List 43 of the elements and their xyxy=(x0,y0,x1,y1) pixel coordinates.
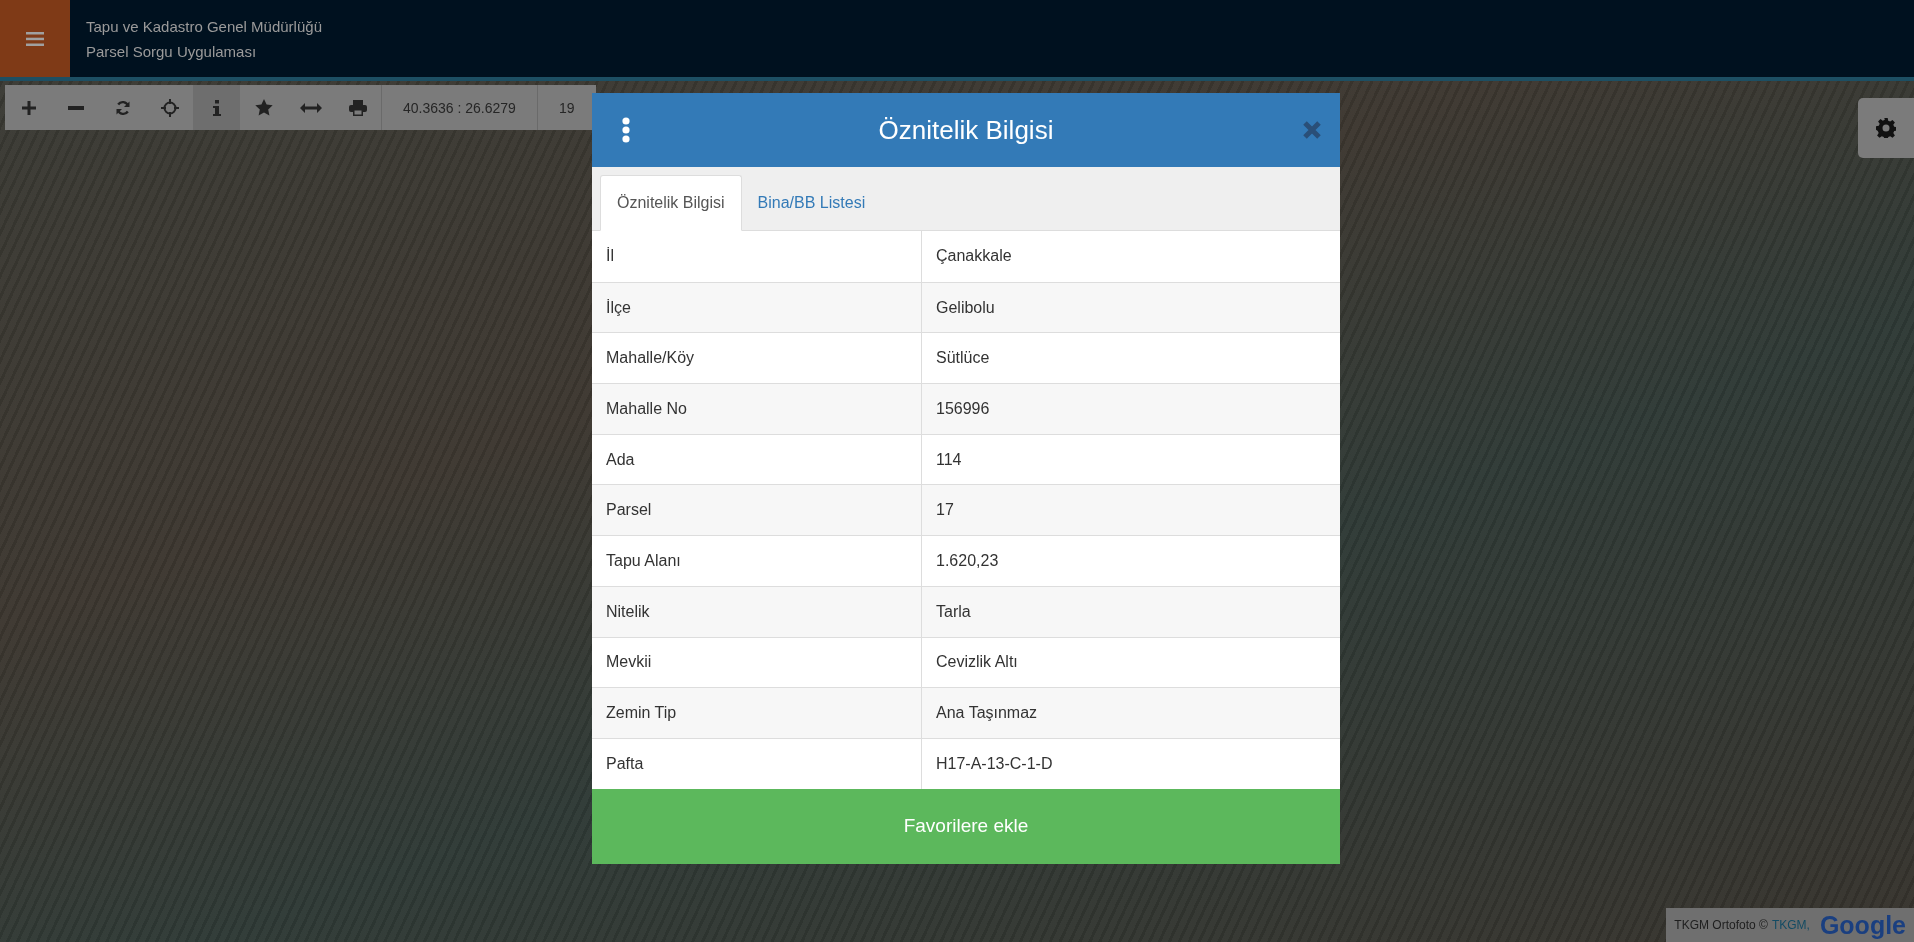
attribute-name: Pafta xyxy=(592,738,922,789)
zoom-in-icon xyxy=(20,99,37,116)
crosshair-icon xyxy=(160,98,179,117)
attribute-name: İl xyxy=(592,231,922,282)
attribute-name: Zemin Tip xyxy=(592,688,922,738)
more-options-icon xyxy=(622,117,630,143)
map-provider-logo: Google xyxy=(1819,910,1906,940)
printer-icon xyxy=(348,99,367,116)
info-button[interactable] xyxy=(193,85,240,130)
menu-icon xyxy=(26,31,44,46)
settings-button[interactable] xyxy=(1858,98,1914,158)
app-subtitle: Parsel Sorgu Uygulaması xyxy=(86,42,258,60)
add-to-favorites-button[interactable]: Favorilere ekle xyxy=(592,788,1340,864)
attribution-text: TKGM Ortofoto © xyxy=(1674,918,1768,932)
attribute-value: 156996 xyxy=(935,398,991,419)
horizontal-arrows-icon xyxy=(299,102,322,113)
attribute-value: Gelibolu xyxy=(935,297,996,318)
tab[interactable]: Öznitelik Bilgisi xyxy=(600,175,742,231)
attribute-value: 17 xyxy=(935,500,955,521)
zoom-level: 19 xyxy=(557,98,576,118)
zoom-out-icon xyxy=(67,105,84,110)
coordinates-readout: 40.3636 : 26.6279 xyxy=(381,85,538,130)
attribute-value: Tarla xyxy=(935,601,972,622)
settings-icon xyxy=(1876,118,1896,138)
attribute-value: H17-A-13-C-1-D xyxy=(935,753,1054,774)
more-options-button[interactable] xyxy=(622,117,630,143)
attribute-value: 114 xyxy=(935,449,963,470)
attribute-name: Nitelik xyxy=(592,586,922,637)
attribute-value: Ana Taşınmaz xyxy=(935,703,1039,724)
app-title: Tapu ve Kadastro Genel Müdürlüğü xyxy=(86,17,322,35)
attribute-name: Mahalle No xyxy=(592,384,922,434)
attribute-value: 1.620,23 xyxy=(935,550,1000,571)
star-icon xyxy=(254,99,273,116)
info-icon xyxy=(212,99,221,116)
tab[interactable]: Bina/BB Listesi xyxy=(741,175,882,231)
attribute-value: Sütlüce xyxy=(935,348,991,369)
close-icon xyxy=(1302,120,1322,140)
attribute-name: Tapu Alanı xyxy=(592,536,922,586)
attribute-value: Cevizlik Altı xyxy=(935,652,1019,673)
attribute-value: Çanakkale xyxy=(935,246,1013,267)
dialog-title: Öznitelik Bilgisi xyxy=(878,114,1054,146)
refresh-icon xyxy=(114,99,131,116)
menu-button[interactable] xyxy=(0,0,70,77)
